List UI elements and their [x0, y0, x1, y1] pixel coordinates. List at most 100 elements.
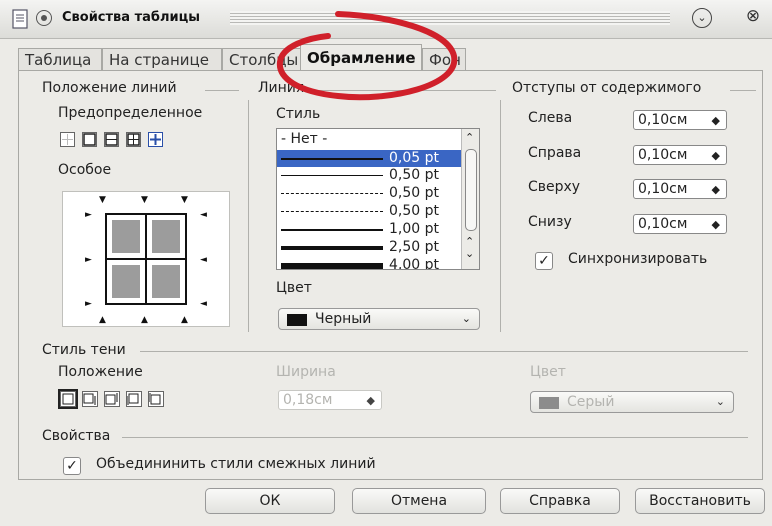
shadow-color-label: Цвет — [530, 364, 566, 380]
line-sample — [281, 175, 383, 176]
line-arrangement-title: Положение линий — [42, 80, 177, 96]
reset-button[interactable]: Восстановить — [635, 488, 765, 514]
spacing-bottom-label: Снизу — [528, 214, 572, 230]
line-style-label: Стиль — [276, 106, 321, 122]
spacing-top-value: 0,10см — [638, 181, 688, 197]
merge-adjacent-checkbox[interactable]: ✓ — [63, 457, 81, 475]
chevron-down-icon: ⌄ — [461, 312, 471, 325]
spacing-right-value: 0,10см — [638, 147, 688, 163]
list-item-label: 0,50 pt — [389, 167, 439, 183]
svg-text:►: ► — [85, 255, 92, 265]
chevron-down-icon: ⌄ — [697, 11, 707, 24]
list-item-label: 0,05 pt — [389, 150, 439, 166]
synchronize-checkbox[interactable]: ✓ — [535, 252, 553, 270]
list-item-label: 4,00 pt — [389, 257, 439, 270]
close-icon: ⊗ — [745, 6, 761, 26]
list-scrollbar[interactable]: ⌃ ⌃ ⌄ — [461, 129, 479, 269]
line-sample — [281, 229, 383, 231]
spin-icon[interactable]: ◆ — [712, 111, 720, 130]
color-swatch — [287, 314, 307, 326]
list-item[interactable]: 4,00 pt — [277, 257, 463, 270]
chevron-down-icon[interactable]: ⌄ — [465, 247, 474, 260]
spacing-left-field[interactable]: 0,10см ◆ — [633, 110, 727, 130]
line-color-label: Цвет — [276, 280, 312, 296]
preset-icons — [62, 133, 161, 146]
preset-label: Предопределенное — [58, 105, 203, 121]
window-title: Свойства таблицы — [62, 10, 200, 25]
list-item[interactable]: 1,00 pt — [277, 221, 463, 238]
svg-text:◄: ◄ — [200, 299, 207, 309]
line-sample — [281, 246, 383, 250]
shadow-color-dropdown[interactable]: Серый ⌄ — [530, 391, 734, 413]
svg-text:►: ► — [85, 299, 92, 309]
line-sample — [281, 193, 383, 194]
list-item[interactable]: 0,50 pt — [277, 185, 463, 202]
list-item[interactable]: 0,50 pt — [277, 203, 463, 220]
svg-text:▲: ▲ — [141, 315, 148, 325]
list-item-label: 2,50 pt — [389, 239, 439, 255]
divider — [500, 100, 501, 332]
spacing-bottom-value: 0,10см — [638, 216, 688, 232]
shadow-title: Стиль тени — [42, 342, 126, 358]
divider — [248, 100, 249, 332]
border-preview-diagram: ▼ ▼ ▼ ▲ ▲ ▲ ► ► ► ◄ ◄ ◄ — [85, 195, 207, 325]
spacing-right-field[interactable]: 0,10см ◆ — [633, 145, 727, 165]
chevron-down-icon: ⌄ — [715, 395, 725, 408]
list-item[interactable]: 2,50 pt — [277, 239, 463, 256]
tab-page-flow[interactable]: На странице — [102, 48, 222, 70]
close-button[interactable]: ⊗ — [744, 8, 762, 26]
properties-title: Свойства — [42, 428, 111, 444]
table-properties-dialog: Свойства таблицы ⌄ ⊗ Таблица На странице… — [0, 0, 772, 526]
svg-text:▼: ▼ — [99, 195, 106, 205]
window-menu-icon[interactable] — [36, 10, 52, 26]
spin-icon[interactable]: ◆ — [367, 391, 375, 410]
shadow-color-value: Серый — [567, 394, 615, 410]
shadow-icons — [62, 393, 161, 405]
shadow-width-value: 0,18см — [283, 392, 333, 408]
annotation-circle — [276, 11, 458, 101]
line-style-list[interactable]: - Нет - 0,05 pt 0,50 pt 0,50 pt 0,50 pt … — [276, 128, 480, 270]
document-icon — [12, 9, 28, 29]
spacing-bottom-field[interactable]: 0,10см ◆ — [633, 214, 727, 234]
spin-icon[interactable]: ◆ — [712, 180, 720, 199]
spacing-right-label: Справа — [528, 145, 582, 161]
help-button[interactable]: Справка — [500, 488, 620, 514]
svg-text:▲: ▲ — [181, 315, 188, 325]
svg-text:▲: ▲ — [99, 315, 106, 325]
shadow-position-label: Положение — [58, 364, 143, 380]
svg-text:►: ► — [85, 210, 92, 220]
custom-label: Особое — [58, 162, 112, 178]
list-item[interactable]: - Нет - — [277, 131, 463, 148]
merge-adjacent-label: Объедининить стили смежных линий — [96, 456, 376, 472]
spacing-title: Отступы от содержимого — [512, 80, 702, 96]
minimize-button[interactable]: ⌄ — [692, 8, 712, 28]
spacing-left-label: Слева — [528, 110, 573, 126]
color-swatch — [539, 397, 559, 409]
svg-text:◄: ◄ — [200, 255, 207, 265]
list-item[interactable]: 0,50 pt — [277, 167, 463, 184]
border-preview[interactable]: ▼ ▼ ▼ ▲ ▲ ▲ ► ► ► ◄ ◄ ◄ — [62, 191, 230, 327]
list-item-label: 1,00 pt — [389, 221, 439, 237]
cancel-button[interactable]: Отмена — [352, 488, 486, 514]
list-item-selected[interactable]: 0,05 pt — [277, 150, 463, 167]
spacing-top-label: Сверху — [528, 179, 581, 195]
tab-table[interactable]: Таблица — [18, 48, 102, 70]
list-item-label: 0,50 pt — [389, 203, 439, 219]
svg-text:▼: ▼ — [141, 195, 148, 205]
divider — [122, 437, 748, 438]
spin-icon[interactable]: ◆ — [712, 146, 720, 165]
list-item-label: 0,50 pt — [389, 185, 439, 201]
spacing-left-value: 0,10см — [638, 112, 688, 128]
line-color-dropdown[interactable]: Черный ⌄ — [278, 308, 480, 330]
line-sample — [281, 211, 383, 212]
spacing-top-field[interactable]: 0,10см ◆ — [633, 179, 727, 199]
scrollbar-thumb[interactable] — [465, 149, 477, 231]
spin-icon[interactable]: ◆ — [712, 215, 720, 234]
ok-button[interactable]: ОК — [205, 488, 335, 514]
chevron-up-icon[interactable]: ⌃ — [465, 131, 474, 144]
synchronize-label: Синхронизировать — [568, 251, 708, 267]
svg-text:▼: ▼ — [181, 195, 188, 205]
svg-text:◄: ◄ — [200, 210, 207, 220]
line-color-value: Черный — [315, 311, 372, 327]
shadow-width-field[interactable]: 0,18см ◆ — [278, 390, 382, 410]
